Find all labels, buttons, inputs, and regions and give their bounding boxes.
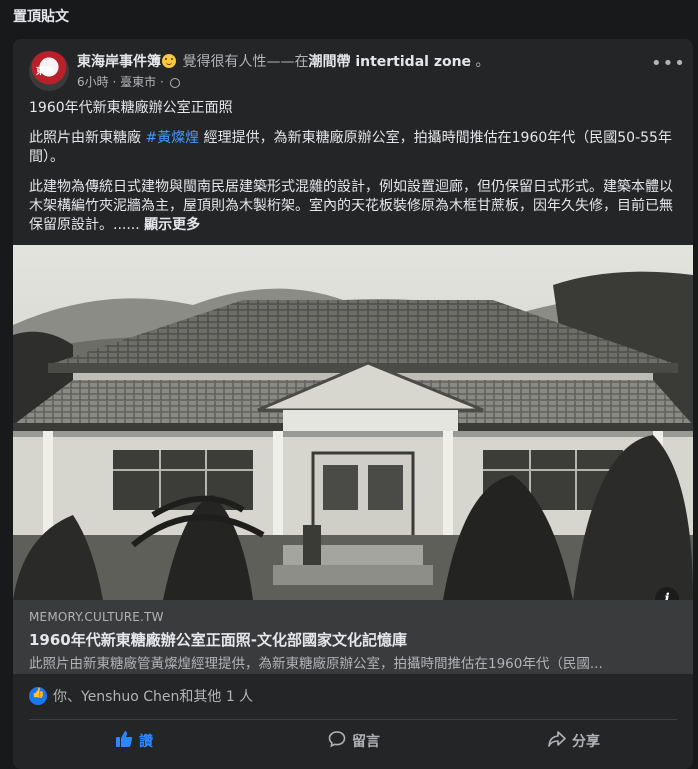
post-location[interactable]: 臺東市 [120, 75, 156, 89]
like-icon [116, 731, 133, 747]
post-text-line1: 1960年代新東糖廠辦公室正面照 [29, 100, 233, 116]
post-text-paragraph3: 此建物為傳統日式建物與閩南民居建築形式混雜的設計，例如設置迴廊，但仍保留日式形式… [29, 178, 679, 235]
meta-separator-2: · [159, 75, 164, 89]
share-button[interactable]: 分享 [469, 723, 679, 761]
author-name[interactable]: 東海岸事件簿 [77, 54, 161, 70]
post-header: 東海 東海岸事件簿 覺得很有人性——在潮間帶 intertidal zone 。… [13, 39, 693, 95]
feeling-text: 覺得很有人性——在 [182, 54, 309, 70]
post-text-p2-before: 此照片由新東糖廠 [29, 130, 146, 146]
avatar-logo: 東海 [36, 67, 53, 77]
post-text-p3: 此建物為傳統日式建物與閩南民居建築形式混雜的設計，例如設置迴廊，但仍保留日式形式… [29, 179, 673, 233]
more-icon[interactable]: ••• [651, 55, 685, 81]
like-label: 讚 [139, 734, 153, 750]
post-text-paragraph2: 此照片由新東糖廠 #黃燦煌 經理提供，為新東糖廠原辦公室，拍攝時間推估在1960… [29, 129, 679, 167]
post-header-line: 東海岸事件簿 覺得很有人性——在潮間帶 intertidal zone 。 [77, 51, 490, 71]
link-preview[interactable]: MEMORY.CULTURE.TW 1960年代新東糖廠辦公室正面照-文化部國家… [13, 600, 693, 674]
reactions-summary[interactable]: 你、Yenshuo Chen和其他 1 人 [29, 686, 253, 706]
header-suffix: 。 [475, 54, 490, 70]
globe-icon[interactable] [169, 78, 180, 88]
action-bar: 讚 留言 分享 [13, 723, 693, 763]
building-photo [13, 245, 693, 600]
link-title[interactable]: 1960年代新東糖廠辦公室正面照-文化部國家文化記憶庫 [29, 629, 407, 650]
comment-button[interactable]: 留言 [249, 723, 459, 761]
divider [29, 719, 677, 720]
hashtag-link[interactable]: #黃燦煌 [145, 130, 199, 146]
meta-separator: · [112, 75, 117, 89]
post-body: 1960年代新東糖廠辦公室正面照 此照片由新東糖廠 #黃燦煌 經理提供，為新東糖… [29, 99, 679, 246]
post-meta: 6小時 · 臺東市 · [77, 73, 180, 90]
comment-label: 留言 [352, 734, 380, 750]
share-icon [548, 731, 566, 747]
link-description: 此照片由新東糖廠管黃燦煌經理提供，為新東糖廠原辦公室，拍攝時間推估在1960年代… [29, 656, 603, 672]
section-title: 置頂貼文 [13, 9, 69, 25]
post-time[interactable]: 6小時 [77, 75, 109, 89]
like-button[interactable]: 讚 [29, 723, 239, 761]
link-domain: MEMORY.CULTURE.TW [29, 610, 164, 624]
reactions-text[interactable]: 你、Yenshuo Chen和其他 1 人 [53, 689, 253, 705]
tagged-page[interactable]: 潮間帶 intertidal zone [308, 54, 471, 70]
comment-icon [328, 731, 346, 748]
smiley-icon [162, 54, 176, 68]
post-card: 東海 東海岸事件簿 覺得很有人性——在潮間帶 intertidal zone 。… [13, 39, 693, 769]
post-photo[interactable]: i [13, 245, 693, 600]
share-label: 分享 [572, 734, 600, 750]
see-more-link[interactable]: 顯示更多 [144, 217, 200, 233]
like-icon [29, 687, 47, 705]
avatar[interactable]: 東海 [29, 51, 69, 91]
